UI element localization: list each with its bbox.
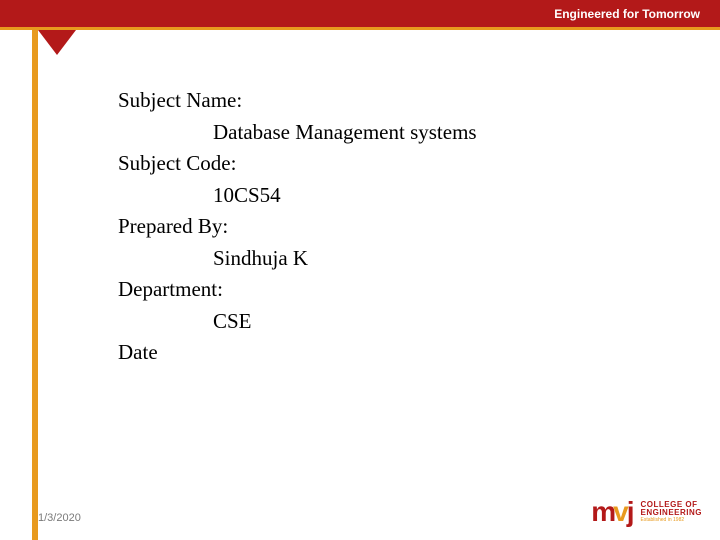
subject-code-label: Subject Code:: [118, 148, 477, 180]
logo-line2: ENGINEERING: [640, 509, 702, 517]
department-label: Department:: [118, 274, 477, 306]
date-label: Date: [118, 337, 477, 369]
prepared-by-value: Sindhuja K: [118, 243, 477, 275]
subject-name-label: Subject Name:: [118, 85, 477, 117]
department-value: CSE: [118, 306, 477, 338]
subject-name-value: Database Management systems: [118, 117, 477, 149]
mvj-logo: m v j COLLEGE OF ENGINEERING Established…: [591, 496, 702, 528]
header-notch: [38, 30, 76, 55]
logo-subtext: Established in 1982: [640, 518, 702, 523]
subject-code-value: 10CS54: [118, 180, 477, 212]
left-accent-bar: [32, 30, 38, 540]
logo-text-block: COLLEGE OF ENGINEERING Established in 19…: [640, 501, 702, 523]
slide-content: Subject Name: Database Management system…: [118, 85, 477, 369]
prepared-by-label: Prepared By:: [118, 211, 477, 243]
header-bar: Engineered for Tomorrow: [0, 0, 720, 30]
footer-date: 1/3/2020: [38, 512, 81, 524]
logo-letter-j: j: [627, 496, 635, 528]
logo-letter-m: m: [591, 496, 615, 528]
tagline: Engineered for Tomorrow: [554, 7, 700, 21]
